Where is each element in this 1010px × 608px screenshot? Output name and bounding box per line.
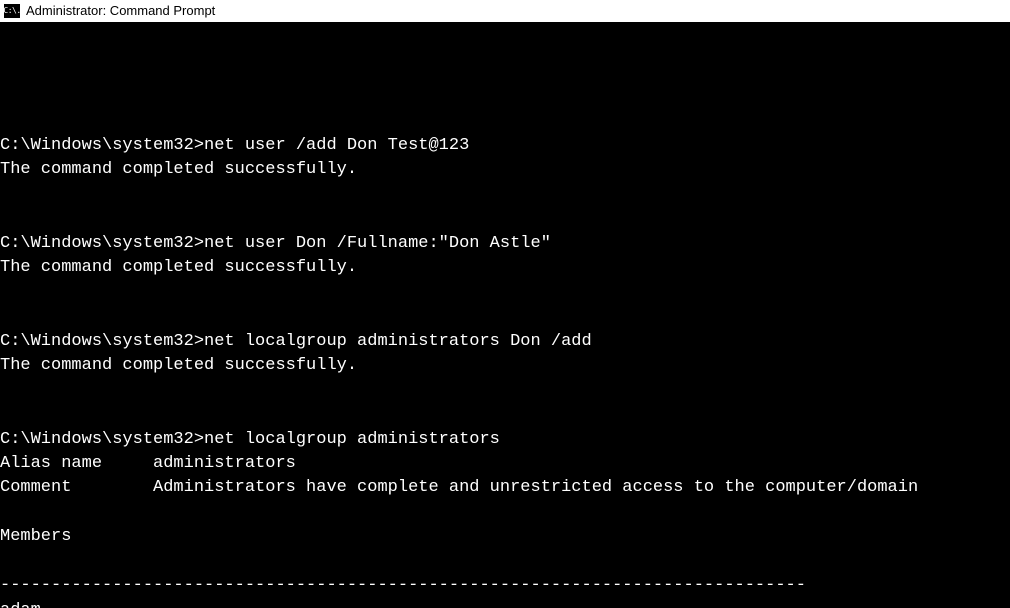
terminal-line: C:\Windows\system32>net user /add Don Te… xyxy=(0,136,469,155)
terminal-line: C:\Windows\system32>net localgroup admin… xyxy=(0,332,592,351)
titlebar[interactable]: C:\. Administrator: Command Prompt xyxy=(0,0,1010,22)
terminal-line: C:\Windows\system32>net localgroup admin… xyxy=(0,430,500,449)
terminal-area[interactable]: C:\Windows\system32>net user /add Don Te… xyxy=(0,22,1010,608)
terminal-line: The command completed successfully. xyxy=(0,258,357,277)
terminal-line: The command completed successfully. xyxy=(0,160,357,179)
terminal-line: Members xyxy=(0,527,71,546)
terminal-line: adam xyxy=(0,601,41,608)
window-title: Administrator: Command Prompt xyxy=(26,3,215,18)
cmd-icon: C:\. xyxy=(4,4,20,18)
terminal-line: C:\Windows\system32>net user Don /Fullna… xyxy=(0,234,551,253)
terminal-line: Alias name administrators xyxy=(0,454,296,473)
terminal-line: ----------------------------------------… xyxy=(0,576,806,595)
terminal-line: The command completed successfully. xyxy=(0,356,357,375)
terminal-line: Comment Administrators have complete and… xyxy=(0,478,918,497)
terminal-content: C:\Windows\system32>net user /add Don Te… xyxy=(0,71,1010,608)
